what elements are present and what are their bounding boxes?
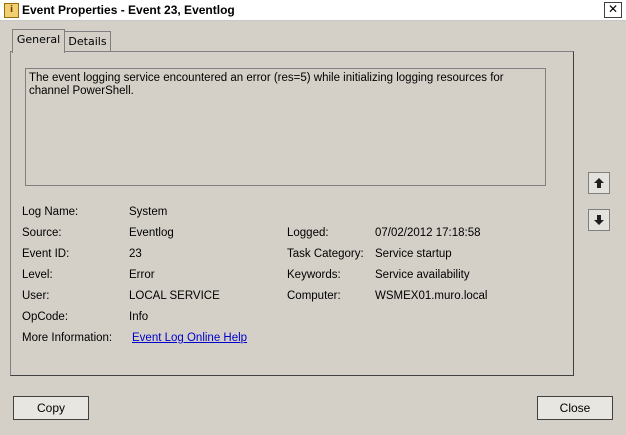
tab-details[interactable]: Details: [64, 31, 111, 51]
logged-value: 07/02/2012 17:18:58: [375, 227, 481, 239]
source-value: Eventlog: [129, 227, 174, 239]
computer-label: Computer:: [287, 290, 341, 302]
user-label: User:: [22, 290, 50, 302]
keywords-label: Keywords:: [287, 269, 341, 281]
task-category-value: Service startup: [375, 248, 452, 260]
title-bar: i Event Properties - Event 23, Eventlog …: [0, 0, 626, 21]
arrow-down-icon: [594, 215, 604, 225]
logged-label: Logged:: [287, 227, 329, 239]
opcode-value: Info: [129, 311, 149, 323]
event-description[interactable]: The event logging service encountered an…: [25, 68, 546, 186]
window-title: Event Properties - Event 23, Eventlog: [22, 3, 235, 17]
computer-value: WSMEX01.muro.local: [375, 290, 488, 302]
general-panel: The event logging service encountered an…: [10, 51, 574, 376]
level-label: Level:: [22, 269, 53, 281]
level-value: Error: [129, 269, 155, 281]
close-button[interactable]: Close: [537, 396, 613, 420]
copy-button[interactable]: Copy: [13, 396, 89, 420]
opcode-label: OpCode:: [22, 311, 69, 323]
more-information-label: More Information:: [22, 332, 113, 344]
log-name-value: System: [129, 206, 168, 218]
event-viewer-icon: i: [4, 3, 19, 18]
close-window-button[interactable]: ✕: [604, 2, 622, 18]
log-name-label: Log Name:: [22, 206, 79, 218]
event-id-label: Event ID:: [22, 248, 70, 260]
task-category-label: Task Category:: [287, 248, 364, 260]
arrow-up-icon: [594, 178, 604, 188]
source-label: Source:: [22, 227, 62, 239]
keywords-value: Service availability: [375, 269, 470, 281]
previous-event-button[interactable]: [588, 172, 610, 194]
tab-general[interactable]: General: [12, 29, 65, 53]
next-event-button[interactable]: [588, 209, 610, 231]
user-value: LOCAL SERVICE: [129, 290, 220, 302]
event-log-online-help-link[interactable]: Event Log Online Help: [132, 332, 247, 344]
event-id-value: 23: [129, 248, 142, 260]
